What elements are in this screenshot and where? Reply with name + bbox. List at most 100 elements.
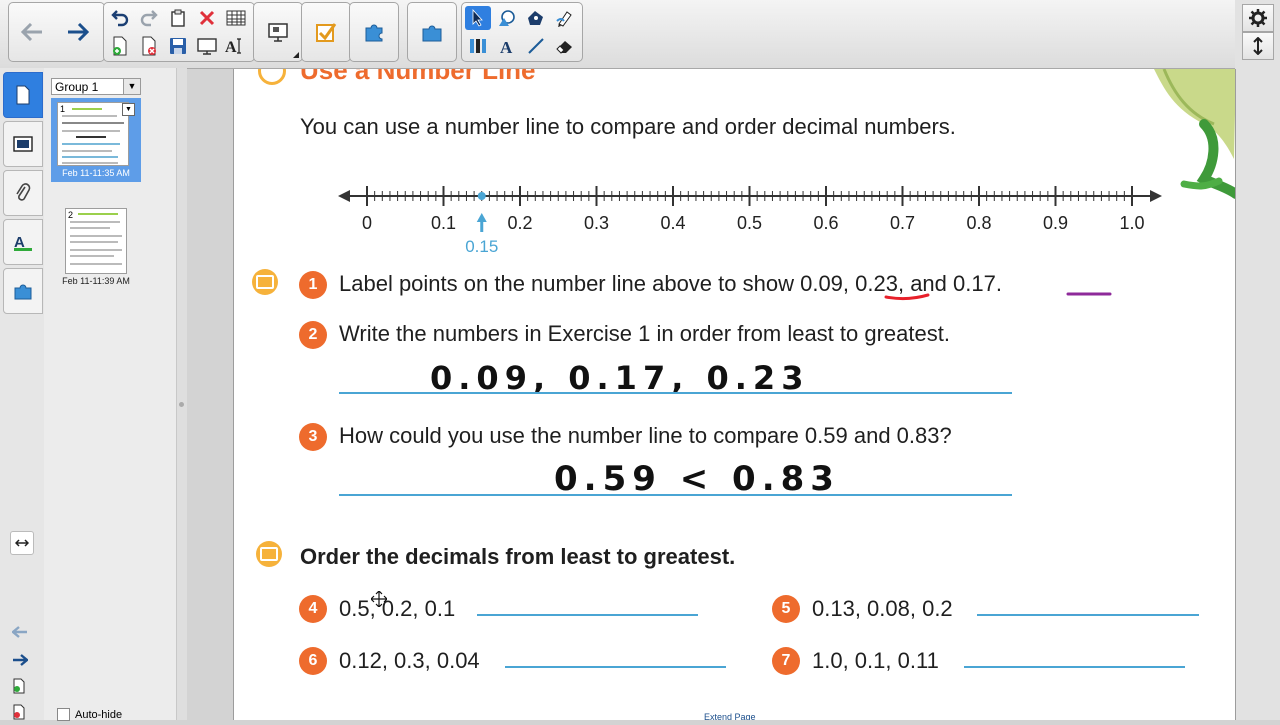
exercise-text-1a: Label points on the number line above to…	[339, 271, 801, 296]
move-cursor-icon	[371, 591, 387, 607]
line-tool-button[interactable]	[523, 34, 549, 58]
text-tools-icon: A	[225, 38, 241, 55]
exercise-text-6: 0.12, 0.3, 0.04	[339, 648, 480, 673]
add-ons-puzzle-icon	[14, 284, 32, 300]
purple-underline	[1066, 292, 1112, 296]
svg-text:A: A	[225, 39, 237, 55]
exercise-value-2: 0.17.	[953, 271, 1002, 296]
screen-shade-icon	[197, 38, 217, 55]
tab-add-ons[interactable]	[3, 268, 43, 314]
answer-line-2	[339, 392, 1012, 394]
display-screen-icon	[268, 23, 288, 42]
handwritten-answer-3: 0.59 < 0.83	[554, 459, 840, 499]
sidebar-back-button[interactable]	[11, 625, 28, 643]
number-line-tick-label: 0	[362, 213, 372, 233]
expand-arrows-icon	[15, 539, 29, 547]
number-line-tick-label: 0.2	[507, 213, 532, 233]
auto-hide-checkbox[interactable]	[57, 708, 70, 721]
gallery-image-icon	[13, 136, 33, 152]
exercise-text-2: Write the numbers in Exercise 1 in order…	[339, 321, 950, 346]
group-dropdown[interactable]: Group 1 ▼	[51, 78, 141, 95]
text-tool-button[interactable]: A	[494, 34, 520, 58]
measure-tool-button[interactable]	[465, 34, 491, 58]
delete-button[interactable]	[194, 6, 220, 30]
answer-line-7	[964, 666, 1185, 668]
section-heading: Use a Number Line	[300, 69, 536, 85]
sidebar-delete-page-button[interactable]	[12, 704, 26, 725]
number-line-tick-label: 0.5	[737, 213, 762, 233]
exercise-value-1: 0.09	[800, 271, 843, 296]
settings-button[interactable]	[1242, 4, 1274, 32]
number-line-marker-label: 0.15	[465, 237, 498, 256]
check-button[interactable]	[305, 5, 347, 59]
display-button[interactable]	[257, 5, 299, 59]
check-group	[301, 2, 351, 62]
tab-page-sorter[interactable]	[3, 72, 43, 118]
page-thumbnail-1[interactable]: 1 ▼ Feb 11-11:35 AM	[51, 98, 141, 182]
thumbnail-menu-icon[interactable]: ▼	[122, 103, 135, 116]
add-ons-icon	[422, 25, 442, 42]
number-line-tick-label: 0.7	[890, 213, 915, 233]
add-ons-button[interactable]	[411, 5, 453, 59]
delete-page-icon	[142, 36, 156, 56]
extend-page-link[interactable]: Extend Page	[704, 712, 756, 720]
tab-gallery[interactable]	[3, 121, 43, 167]
add-page-button[interactable]	[107, 34, 133, 58]
properties-icon: A	[14, 234, 32, 251]
fill-tool-button[interactable]	[523, 6, 549, 30]
dropdown-corner-icon	[293, 52, 299, 58]
sidebar-splitter[interactable]	[176, 68, 187, 720]
exercise-icon-1	[252, 269, 278, 295]
eraser-icon	[556, 41, 572, 54]
answer-line-6	[505, 666, 726, 668]
forward-arrow-icon	[68, 23, 89, 41]
side-tabs: A	[0, 68, 45, 720]
move-toolbar-button[interactable]	[1242, 32, 1274, 60]
order-section-icon	[256, 541, 282, 567]
number-line-marker-point	[477, 192, 486, 200]
tab-attachments[interactable]	[3, 170, 43, 216]
checkbox-icon	[316, 23, 337, 42]
add-page-small-icon	[13, 678, 25, 694]
right-arrow-icon	[13, 654, 29, 666]
save-disk-icon	[170, 38, 186, 54]
exercise-text-3: How could you use the number line to com…	[339, 423, 952, 448]
table-button[interactable]	[223, 6, 249, 30]
puzzle-button[interactable]	[353, 5, 395, 59]
auto-hide-option[interactable]: Auto-hide	[57, 708, 122, 721]
save-button[interactable]	[165, 34, 191, 58]
sidebar-forward-button[interactable]	[12, 653, 29, 671]
line-icon	[528, 38, 544, 54]
edit-group: A	[103, 2, 255, 62]
delete-page-button[interactable]	[136, 34, 162, 58]
answer-line-4	[477, 614, 698, 616]
paste-button[interactable]	[165, 6, 191, 30]
exercise-number-5: 5	[772, 595, 800, 623]
gear-icon	[1249, 9, 1267, 27]
undo-button[interactable]	[107, 6, 133, 30]
svg-text:A: A	[500, 38, 513, 55]
pen-icon	[556, 11, 572, 27]
eraser-tool-button[interactable]	[552, 34, 578, 58]
number-line-tick-label: 0.1	[431, 213, 456, 233]
redo-button[interactable]	[136, 6, 162, 30]
shapes-tool-button[interactable]	[494, 6, 520, 30]
clipboard-icon	[171, 9, 185, 27]
text-tools-button[interactable]: A	[223, 34, 249, 58]
exercise-text-7: 1.0, 0.1, 0.11	[812, 648, 939, 673]
previous-page-button[interactable]	[11, 5, 53, 59]
sidebar-add-page-button[interactable]	[12, 678, 26, 699]
exercise-number-1: 1	[299, 271, 327, 299]
delete-x-icon	[199, 10, 215, 26]
red-underline	[884, 293, 930, 301]
pen-tool-button[interactable]	[552, 6, 578, 30]
next-page-button[interactable]	[57, 5, 99, 59]
screen-shade-button[interactable]	[194, 34, 220, 58]
exercise-number-4: 4	[299, 595, 327, 623]
select-tool-button[interactable]	[465, 6, 491, 30]
expand-sidebar-button[interactable]	[10, 531, 34, 555]
number-line-right-arrow	[1150, 190, 1162, 202]
tab-properties[interactable]: A	[3, 219, 43, 265]
notebook-page[interactable]: Use a Number Line You can use a number l…	[233, 69, 1236, 720]
page-thumbnail-2[interactable]: 2 Feb 11-11:39 AM	[51, 206, 141, 288]
